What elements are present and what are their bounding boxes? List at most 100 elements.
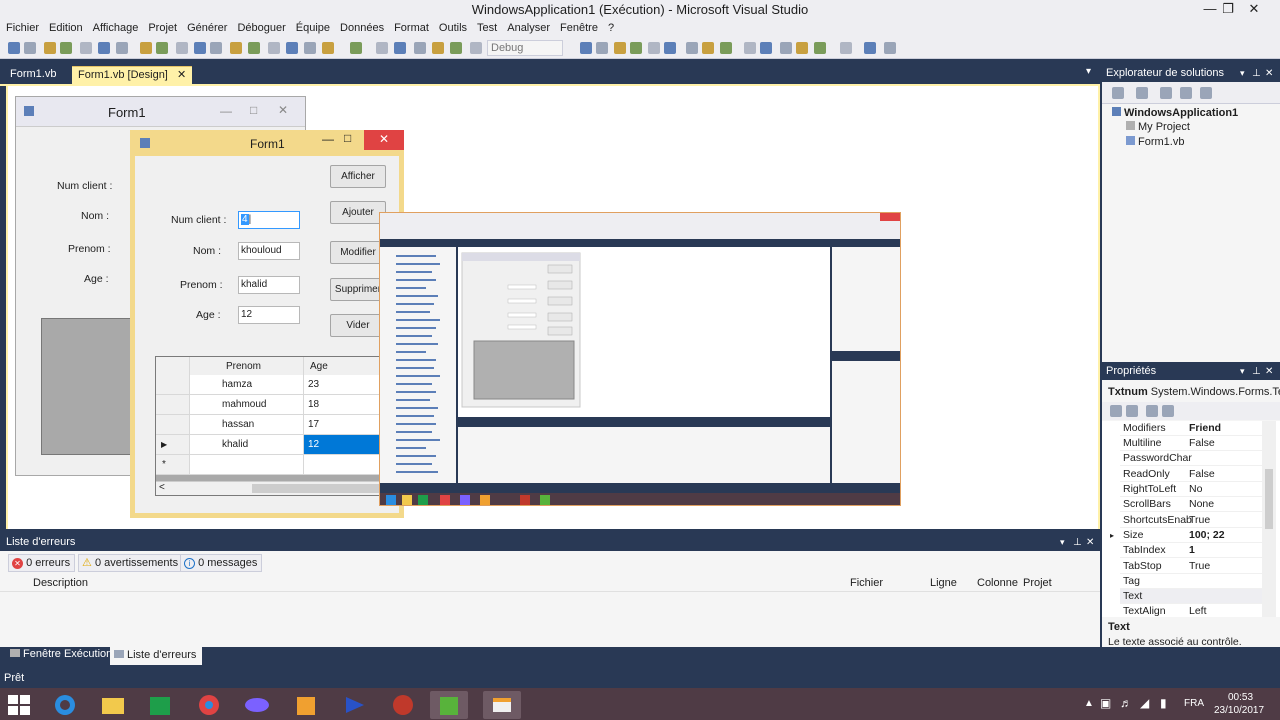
menu-item-5[interactable]: Déboguer — [237, 20, 291, 37]
toolbar-button-icon[interactable] — [194, 42, 206, 54]
menu-item-3[interactable]: Projet — [148, 20, 183, 37]
property-row[interactable]: PasswordChar — [1120, 451, 1270, 466]
pin-icon[interactable]: ⊥ — [1073, 535, 1082, 550]
toolbar-button-icon[interactable] — [394, 42, 406, 54]
prenom-input[interactable]: khalid — [238, 276, 300, 294]
cell-prenom[interactable]: khalid — [190, 435, 304, 455]
pin-icon[interactable]: ⊥ — [1252, 364, 1261, 379]
toolbar-button-icon[interactable] — [210, 42, 222, 54]
menu-item-6[interactable]: Équipe — [296, 20, 336, 37]
modifier-button[interactable]: Modifier — [330, 241, 386, 264]
tools-icon[interactable] — [287, 691, 325, 719]
file-explorer-icon[interactable] — [94, 691, 132, 719]
toolbar-button-icon[interactable] — [864, 42, 876, 54]
toolbar-button-icon[interactable] — [322, 42, 334, 54]
errors-filter[interactable]: ✕ 0 erreurs — [8, 554, 76, 572]
toolbar-button-icon[interactable] — [760, 42, 772, 54]
data-grid[interactable]: Prenom Age hamza 23 mahmoud 18 hassan 17… — [155, 356, 385, 496]
scroll-left-icon[interactable]: < — [159, 482, 165, 493]
property-row[interactable]: ScrollBars None — [1120, 497, 1270, 512]
cell-prenom[interactable]: hassan — [190, 415, 304, 435]
maximize-button[interactable]: □ — [344, 131, 351, 145]
toolbar-button-icon[interactable] — [450, 42, 462, 54]
pin-icon[interactable]: ⊥ — [1252, 66, 1261, 81]
column-colonne[interactable]: Colonne — [977, 577, 1018, 589]
nom-input[interactable]: khouloud — [238, 242, 300, 260]
toolbar-button-icon[interactable] — [286, 42, 298, 54]
toolbar-button-icon[interactable] — [470, 42, 482, 54]
column-header-prenom[interactable]: Prenom — [190, 357, 304, 377]
table-row[interactable]: hamza 23 — [156, 375, 384, 395]
toolbar-button-icon[interactable] — [80, 42, 92, 54]
row-header[interactable] — [156, 375, 190, 395]
toolbar-button-icon[interactable] — [44, 42, 56, 54]
property-scrollbar[interactable] — [1262, 421, 1276, 617]
toolbar-button-icon[interactable] — [702, 42, 714, 54]
clock-time[interactable]: 00:53 — [1228, 692, 1253, 703]
horizontal-scrollbar[interactable]: < — [156, 481, 384, 495]
toolbar-button-icon[interactable] — [8, 42, 20, 54]
refresh-icon[interactable] — [1136, 87, 1148, 99]
column-ligne[interactable]: Ligne — [930, 577, 957, 589]
tree-item-solution[interactable]: WindowsApplication1 — [1112, 106, 1238, 120]
toolbar-button-icon[interactable] — [156, 42, 168, 54]
new-row[interactable]: * — [156, 455, 384, 475]
properties-icon[interactable] — [1200, 87, 1212, 99]
cell-age[interactable]: 17 — [304, 415, 384, 435]
toolbar-button-icon[interactable] — [840, 42, 852, 54]
property-row[interactable]: RightToLeft No — [1120, 482, 1270, 497]
cell-prenom[interactable]: mahmoud — [190, 395, 304, 415]
column-projet[interactable]: Projet — [1023, 577, 1052, 589]
toolbar-button-icon[interactable] — [24, 42, 36, 54]
categorized-icon[interactable] — [1110, 405, 1122, 417]
panel-dropdown-icon[interactable]: ▾ — [1240, 66, 1245, 81]
toolbar-button-icon[interactable] — [98, 42, 110, 54]
toolbar-button-icon[interactable] — [630, 42, 642, 54]
vs-blend-icon[interactable] — [238, 691, 276, 719]
toolbar-button-icon[interactable] — [814, 42, 826, 54]
vider-button[interactable]: Vider — [330, 314, 386, 337]
property-row[interactable]: Modifiers Friend — [1120, 421, 1270, 436]
warnings-filter[interactable]: ⚠ 0 avertissements — [78, 554, 184, 572]
close-button[interactable]: ✕ — [364, 130, 404, 150]
ajouter-button[interactable]: Ajouter — [330, 201, 386, 224]
scroll-thumb[interactable] — [1265, 469, 1273, 529]
scroll-thumb[interactable] — [252, 484, 380, 493]
toolbar-button-icon[interactable] — [796, 42, 808, 54]
age-input[interactable]: 12 — [238, 306, 300, 324]
column-description[interactable]: Description — [33, 577, 88, 589]
tab-form1-vb[interactable]: Form1.vb — [4, 66, 62, 84]
minimize-button[interactable]: — — [322, 132, 334, 146]
menu-item-7[interactable]: Données — [340, 20, 390, 37]
toolbar-button-icon[interactable] — [60, 42, 72, 54]
start-windows-icon[interactable] — [8, 695, 30, 718]
table-row[interactable]: mahmoud 18 — [156, 395, 384, 415]
tab-liste-erreurs[interactable]: Liste d'erreurs — [110, 647, 203, 665]
menu-item-10[interactable]: Test — [477, 20, 503, 37]
property-row[interactable]: TabIndex 1 — [1120, 543, 1270, 558]
store-icon[interactable] — [141, 691, 179, 719]
menu-item-13[interactable]: ? — [608, 20, 620, 37]
cell-age[interactable]: 18 — [304, 395, 384, 415]
toolbar-button-icon[interactable] — [780, 42, 792, 54]
cell-age-new[interactable] — [304, 455, 384, 475]
paint-icon[interactable] — [430, 691, 468, 719]
toolbar-button-icon[interactable] — [268, 42, 280, 54]
volume-icon[interactable]: ♬ — [1120, 696, 1132, 710]
maximize-button[interactable]: ❐ — [1214, 0, 1242, 20]
media-icon[interactable] — [384, 691, 422, 719]
close-icon[interactable]: ✕ — [1086, 535, 1094, 550]
property-grid[interactable]: Modifiers Friend Multiline False PasswordC… — [1102, 421, 1280, 617]
supprimer-button[interactable]: Supprimer — [330, 278, 386, 301]
menu-item-12[interactable]: Fenêtre — [560, 20, 604, 37]
menu-item-4[interactable]: Générer — [187, 20, 233, 37]
column-fichier[interactable]: Fichier — [850, 577, 883, 589]
property-row-selected[interactable]: Text — [1120, 589, 1270, 604]
tree-item-form1[interactable]: Form1.vb — [1126, 135, 1184, 149]
cell-prenom[interactable]: hamza — [190, 375, 304, 395]
toolbar-button-icon[interactable] — [432, 42, 444, 54]
toolbar-button-icon[interactable] — [744, 42, 756, 54]
toolbar-button-icon[interactable] — [248, 42, 260, 54]
settings-icon[interactable] — [1160, 87, 1172, 99]
toolbar-button-icon[interactable] — [614, 42, 626, 54]
